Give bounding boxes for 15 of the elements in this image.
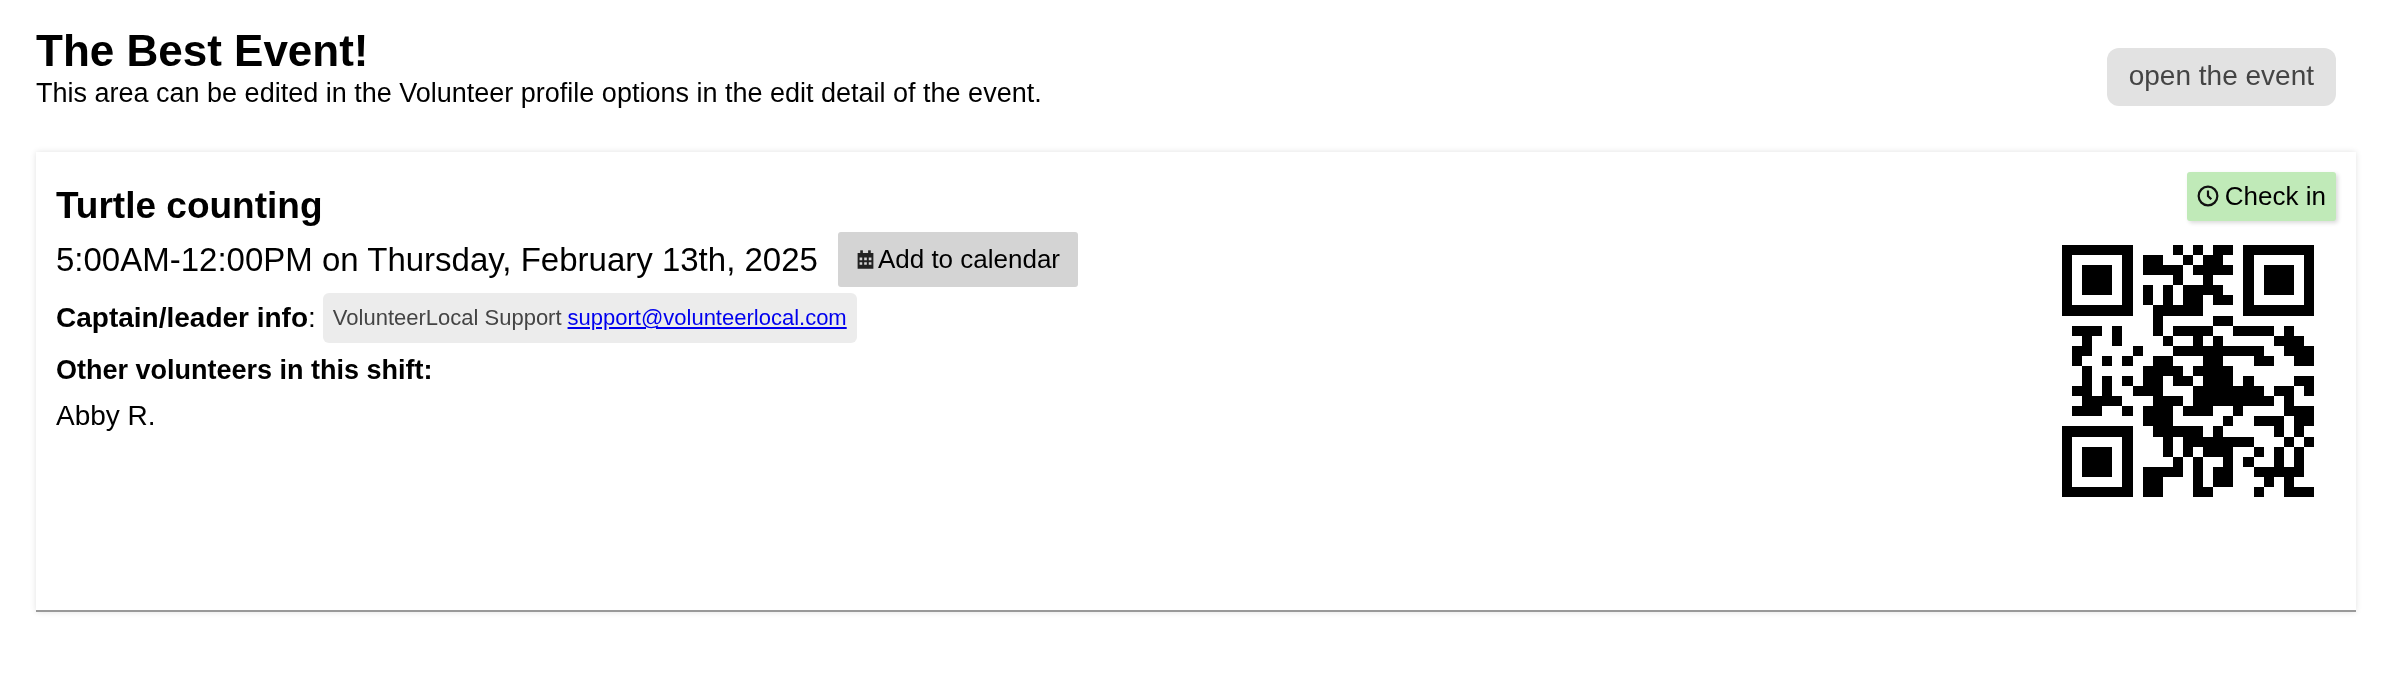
calendar-icon [855, 249, 875, 271]
check-in-button[interactable]: Check in [2186, 172, 2336, 221]
clock-icon [2196, 185, 2219, 208]
other-volunteers-label: Other volunteers in this shift: [56, 355, 434, 387]
email-link[interactable]: support@volunteerlocal.com [567, 305, 847, 332]
open-event-button[interactable]: open the event [2106, 48, 2336, 106]
volunteer-name: Abby R. [56, 400, 157, 433]
shift-time: 5:00AM-12:00PM on Thursday, February 13th, 2025 [56, 240, 818, 279]
colon-text: : [308, 302, 316, 335]
shift-title: Turtle counting [56, 184, 324, 228]
captain-name: VolunteerLocal Support [332, 305, 562, 332]
add-to-calendar-button[interactable]: Add to calendar [837, 232, 1079, 288]
event-title: The Best Event! [36, 26, 370, 77]
event-description: This area can be edited in the Volunteer profile options in the edit detail of the event. [36, 76, 1042, 109]
captain-label: Captain/leader info [56, 302, 309, 335]
